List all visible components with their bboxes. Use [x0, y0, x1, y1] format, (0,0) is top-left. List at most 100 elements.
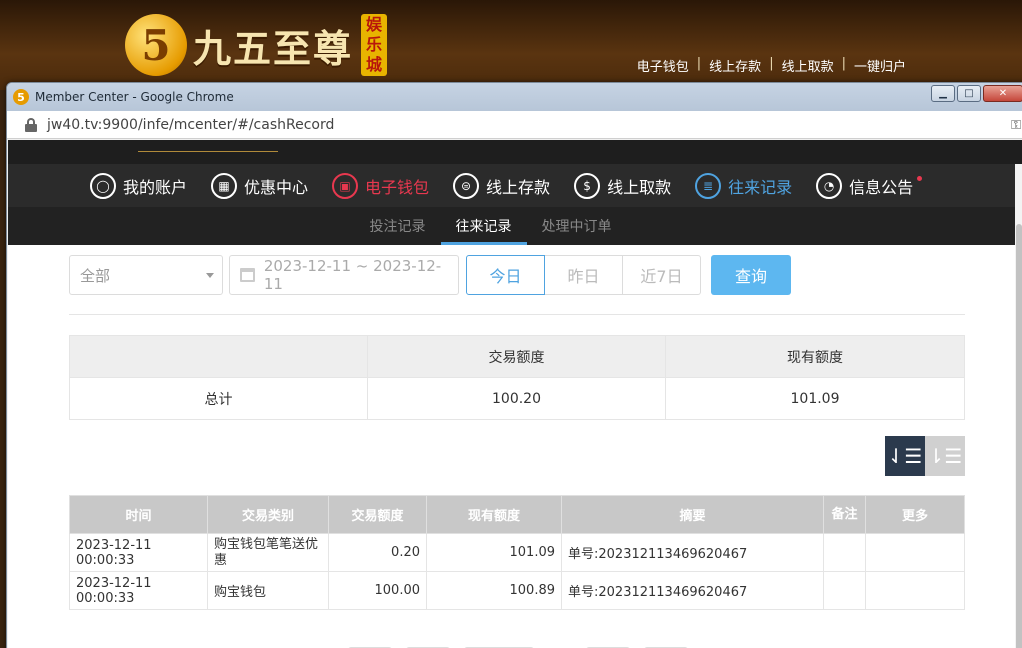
nav-my-account[interactable]: ◯ 我的账户 [90, 172, 188, 199]
site-nav-deposit[interactable]: 线上存款 [709, 56, 761, 75]
close-button[interactable]: ✕ [983, 85, 1022, 102]
maximize-button[interactable]: □ [957, 85, 981, 102]
type-select-value: 全部 [80, 266, 111, 285]
logo-name: 九五至尊 [193, 25, 354, 71]
divider [69, 314, 965, 315]
site-nav-withdraw[interactable]: 线上取款 [782, 56, 834, 75]
nav-deposit[interactable]: ⊜ 线上存款 [453, 172, 551, 199]
more-cell[interactable] [865, 571, 965, 610]
nav-label: 线上存款 [486, 177, 551, 197]
window-controls: ▁ □ ✕ [931, 85, 1022, 102]
wallet-icon: ▣ [332, 172, 359, 199]
summary-text-cell: 单号:202312113469620467 [561, 533, 824, 572]
site-header: 5 九五至尊 娱 乐 城 电子钱包 | 线上存款 | 线上取款 | 一键归户 [0, 0, 1022, 90]
logo-badge-char: 娱 [366, 15, 383, 34]
logo-coin-icon: 5 [125, 14, 187, 76]
column-header: 交易类别 [207, 495, 329, 534]
summary-row: 总计 100.20 101.09 [69, 377, 965, 420]
balance-cell: 101.09 [426, 533, 562, 572]
nav-label: 往来记录 [728, 177, 793, 197]
logo-partial [138, 140, 278, 152]
sort-tools: ⇃☰ ⇂☰ [69, 436, 965, 476]
site-nav-separator: | [841, 56, 846, 71]
column-header: 摘要 [561, 495, 824, 534]
tab-bet-records[interactable]: 投注记录 [355, 207, 441, 245]
page-content: ◯ 我的账户 ▦ 优惠中心 ▣ 电子钱包 ⊜ 线上存款 $ 线上取款 ≣ 往来记… [8, 140, 1022, 648]
minimize-button[interactable]: ▁ [931, 85, 955, 102]
query-button[interactable]: 查询 [711, 255, 791, 295]
site-nav-wallet[interactable]: 电子钱包 [637, 56, 689, 75]
date-range-value: 2023-12-11 ~ 2023-12-11 [263, 257, 442, 293]
type-select[interactable]: 全部 [69, 255, 223, 295]
summary-header-cell [69, 335, 368, 378]
column-header: 时间 [69, 495, 208, 534]
notification-dot [917, 176, 923, 181]
records-header-row: 时间 交易类别 交易额度 现有额度 摘要 备注 更多 [69, 495, 965, 534]
time-cell: 2023-12-11 00:00:33 [69, 571, 208, 610]
summary-header-cell: 交易额度 [367, 335, 666, 378]
yesterday-button[interactable]: 昨日 [544, 255, 623, 295]
lock-icon [25, 117, 37, 132]
withdraw-icon: $ [574, 172, 601, 199]
summary-table: 交易额度 现有额度 总计 100.20 101.09 [69, 335, 965, 420]
logo-badge: 娱 乐 城 [361, 14, 388, 76]
type-cell: 购宝钱包笔笔送优惠 [207, 533, 329, 572]
type-cell: 购宝钱包 [207, 571, 329, 610]
nav-wallet[interactable]: ▣ 电子钱包 [332, 172, 430, 199]
today-button[interactable]: 今日 [466, 255, 545, 295]
summary-cell: 总计 [69, 377, 368, 420]
column-header: 备注 [823, 495, 866, 534]
last-7-days-button[interactable]: 近7日 [622, 255, 701, 295]
browser-window: 5 Member Center - Google Chrome ▁ □ ✕ jw… [6, 82, 1022, 648]
nav-announcements[interactable]: ◔ 信息公告 [816, 172, 923, 199]
balance-cell: 100.89 [426, 571, 562, 610]
site-top-nav: 电子钱包 | 线上存款 | 线上取款 | 一键归户 [637, 56, 906, 75]
tab-pending-orders[interactable]: 处理中订单 [527, 207, 627, 245]
site-nav-one-click[interactable]: 一键归户 [854, 56, 906, 75]
summary-header-cell: 现有额度 [665, 335, 965, 378]
scrollbar-thumb[interactable] [1016, 224, 1022, 648]
nav-promotions[interactable]: ▦ 优惠中心 [211, 172, 309, 199]
nav-withdraw[interactable]: $ 线上取款 [574, 172, 672, 199]
scrollbar[interactable] [1015, 164, 1022, 648]
column-header: 更多 [865, 495, 965, 534]
address-bar[interactable]: jw40.tv:9900/infe/mcenter/#/cashRecord ⚿ [7, 111, 1022, 139]
column-header: 交易额度 [328, 495, 427, 534]
nav-label: 信息公告 [849, 177, 914, 197]
note-cell [823, 533, 866, 572]
records-table: 时间 交易类别 交易额度 现有额度 摘要 备注 更多 2023-12-11 00… [69, 495, 965, 610]
sort-desc-icon[interactable]: ⇃☰ [885, 436, 925, 476]
nav-label: 电子钱包 [365, 177, 430, 197]
summary-cell: 101.09 [665, 377, 965, 420]
nav-label: 线上取款 [607, 177, 672, 197]
key-icon[interactable]: ⚿ [1011, 118, 1021, 133]
amount-cell: 0.20 [328, 533, 427, 572]
user-icon: ◯ [90, 172, 116, 199]
date-range-input[interactable]: 2023-12-11 ~ 2023-12-11 [229, 255, 459, 295]
nav-label: 我的账户 [123, 177, 188, 197]
more-cell[interactable] [865, 533, 965, 572]
time-cell: 2023-12-11 00:00:33 [69, 533, 208, 572]
quick-range-group: 今日 昨日 近7日 [466, 255, 701, 295]
window-titlebar[interactable]: 5 Member Center - Google Chrome ▁ □ ✕ [7, 83, 1022, 111]
url-text[interactable]: jw40.tv:9900/infe/mcenter/#/cashRecord [47, 117, 334, 133]
note-cell [823, 571, 866, 610]
sub-nav: 投注记录 往来记录 处理中订单 [8, 207, 1022, 245]
nav-label: 优惠中心 [244, 177, 309, 197]
calendar-icon [240, 268, 255, 282]
chevron-down-icon [206, 273, 214, 278]
logo-badge-char: 城 [366, 55, 383, 74]
record-icon: ≣ [695, 172, 722, 199]
summary-header-row: 交易额度 现有额度 [69, 335, 965, 378]
deposit-icon: ⊜ [453, 172, 480, 199]
page-logo-strip [8, 140, 1022, 164]
window-title: Member Center - Google Chrome [35, 90, 234, 104]
nav-records[interactable]: ≣ 往来记录 [695, 172, 793, 199]
site-nav-separator: | [696, 56, 702, 71]
summary-text-cell: 单号:202312113469620467 [561, 571, 824, 610]
tab-transaction-records[interactable]: 往来记录 [440, 207, 527, 245]
bell-icon: ◔ [816, 172, 843, 199]
sort-asc-icon[interactable]: ⇂☰ [925, 436, 965, 476]
summary-cell: 100.20 [367, 377, 666, 420]
main-nav: ◯ 我的账户 ▦ 优惠中心 ▣ 电子钱包 ⊜ 线上存款 $ 线上取款 ≣ 往来记… [8, 164, 1022, 207]
